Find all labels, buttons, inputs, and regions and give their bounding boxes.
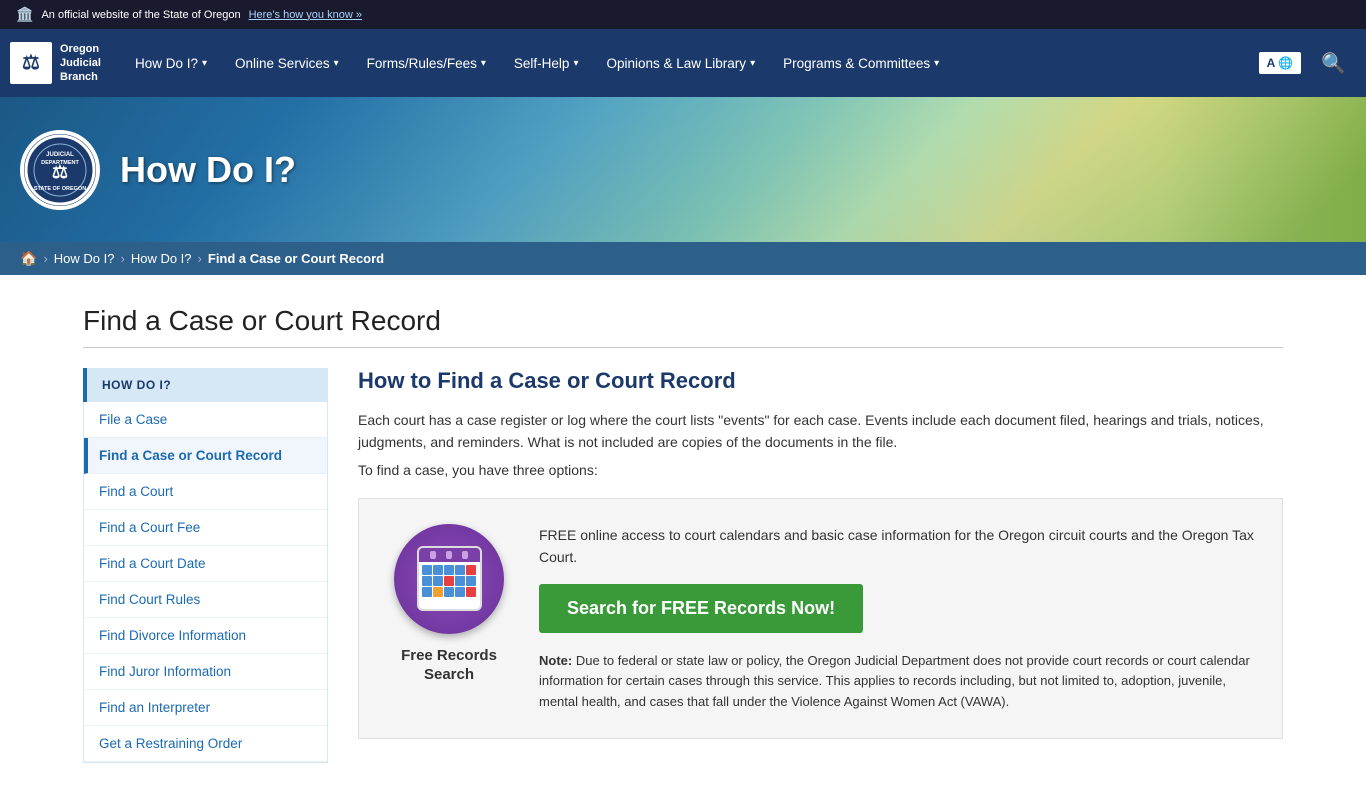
note-text: Note: Due to federal or state law or pol… — [539, 651, 1257, 713]
intro-sub: To find a case, you have three options: — [358, 462, 1283, 478]
top-bar: 🏛️ An official website of the State of O… — [0, 0, 1366, 29]
cal-cell — [444, 576, 454, 586]
cal-cell — [422, 587, 432, 597]
card-description: FREE online access to court calendars an… — [539, 524, 1257, 569]
cal-rings — [430, 551, 468, 559]
intro-paragraph: Each court has a case register or log wh… — [358, 409, 1283, 454]
chevron-icon: ▾ — [934, 58, 939, 69]
nav-link-selfhelp[interactable]: Self-Help ▾ — [500, 29, 593, 97]
cal-cell — [455, 565, 465, 575]
sidebar-item-find-rules[interactable]: Find Court Rules — [84, 582, 327, 618]
how-to-know-link[interactable]: Here's how you know » — [249, 9, 362, 21]
cal-cell — [422, 576, 432, 586]
breadcrumb-link-1[interactable]: How Do I? — [54, 251, 115, 266]
calendar-header — [419, 548, 480, 562]
cal-cell — [466, 565, 476, 575]
breadcrumb: 🏠 › How Do I? › How Do I? › Find a Case … — [0, 242, 1366, 275]
nav-link-programs[interactable]: Programs & Committees ▾ — [769, 29, 953, 97]
breadcrumb-sep: › — [120, 251, 124, 266]
cal-cell — [422, 565, 432, 575]
sidebar-heading: HOW DO I? — [83, 368, 328, 402]
sidebar-nav: File a Case Find a Case or Court Record … — [83, 402, 328, 763]
cal-cell — [444, 565, 454, 575]
cal-ring — [462, 551, 468, 559]
nav-link-forms[interactable]: Forms/Rules/Fees ▾ — [353, 29, 500, 97]
main-area: How to Find a Case or Court Record Each … — [358, 368, 1283, 763]
home-icon[interactable]: 🏠 — [20, 250, 37, 267]
card-content: FREE online access to court calendars an… — [539, 524, 1257, 713]
cal-cell — [444, 587, 454, 597]
cal-ring — [446, 551, 452, 559]
hero-banner: JUDICIAL DEPARTMENT STATE OF OREGON ⚖ Ho… — [0, 97, 1366, 242]
chevron-icon: ▾ — [334, 58, 339, 69]
judicial-seal: JUDICIAL DEPARTMENT STATE OF OREGON ⚖ — [20, 130, 100, 210]
calendar-inner — [417, 546, 482, 611]
calendar-icon — [394, 524, 504, 634]
sidebar-item-restraining[interactable]: Get a Restraining Order — [84, 726, 327, 762]
free-records-card: Free RecordsSearch FREE online access to… — [358, 498, 1283, 739]
sidebar-item-find-court[interactable]: Find a Court — [84, 474, 327, 510]
search-records-button[interactable]: Search for FREE Records Now! — [539, 584, 863, 633]
sidebar-item-file-a-case[interactable]: File a Case — [84, 402, 327, 438]
svg-text:⚖: ⚖ — [52, 162, 68, 182]
note-label: Note: — [539, 653, 572, 668]
breadcrumb-sep: › — [198, 251, 202, 266]
sidebar-item-juror[interactable]: Find Juror Information — [84, 654, 327, 690]
page-content: Find a Case or Court Record HOW DO I? Fi… — [63, 275, 1303, 793]
sidebar: HOW DO I? File a Case Find a Case or Cou… — [83, 368, 328, 763]
translate-button[interactable]: A 🌐 — [1259, 52, 1302, 74]
sidebar-item-find-case[interactable]: Find a Case or Court Record — [84, 438, 327, 474]
official-text: An official website of the State of Oreg… — [41, 9, 240, 21]
cal-cell — [455, 576, 465, 586]
cal-cell — [433, 587, 443, 597]
nav-link-online-services[interactable]: Online Services ▾ — [221, 29, 353, 97]
main-nav: ⚖ Oregon Judicial Branch How Do I? ▾ Onl… — [0, 29, 1366, 97]
sidebar-item-find-date[interactable]: Find a Court Date — [84, 546, 327, 582]
cal-ring — [430, 551, 436, 559]
site-logo[interactable]: ⚖ Oregon Judicial Branch — [10, 42, 101, 85]
section-title: How to Find a Case or Court Record — [358, 368, 1283, 394]
search-button[interactable]: 🔍 — [1311, 47, 1356, 80]
chevron-icon: ▾ — [573, 58, 578, 69]
sidebar-item-interpreter[interactable]: Find an Interpreter — [84, 690, 327, 726]
page-title: Find a Case or Court Record — [83, 305, 1283, 348]
breadcrumb-current: Find a Case or Court Record — [208, 251, 384, 266]
cal-cell — [433, 576, 443, 586]
chevron-icon: ▾ — [202, 58, 207, 69]
oregon-flag-icon: 🏛️ — [16, 6, 33, 23]
sidebar-item-find-fee[interactable]: Find a Court Fee — [84, 510, 327, 546]
nav-links: How Do I? ▾ Online Services ▾ Forms/Rule… — [121, 29, 1259, 97]
svg-text:JUDICIAL: JUDICIAL — [46, 152, 74, 158]
logo-text: Oregon Judicial Branch — [60, 42, 101, 85]
svg-text:STATE OF OREGON: STATE OF OREGON — [34, 186, 86, 192]
hero-title: How Do I? — [120, 149, 296, 191]
chevron-icon: ▾ — [750, 58, 755, 69]
card-icon-label: Free RecordsSearch — [401, 646, 497, 685]
main-layout: HOW DO I? File a Case Find a Case or Cou… — [83, 368, 1283, 763]
nav-link-howdoi[interactable]: How Do I? ▾ — [121, 29, 221, 97]
card-icon-section: Free RecordsSearch — [384, 524, 514, 685]
calendar-grid — [419, 562, 480, 600]
sidebar-item-divorce[interactable]: Find Divorce Information — [84, 618, 327, 654]
nav-link-opinions[interactable]: Opinions & Law Library ▾ — [592, 29, 769, 97]
nav-right: A 🌐 🔍 — [1259, 47, 1356, 80]
logo-icon: ⚖ — [10, 42, 52, 84]
cal-cell — [455, 587, 465, 597]
breadcrumb-link-2[interactable]: How Do I? — [131, 251, 192, 266]
note-content: Due to federal or state law or policy, t… — [539, 653, 1250, 710]
cal-cell — [433, 565, 443, 575]
cal-cell — [466, 576, 476, 586]
cal-cell — [466, 587, 476, 597]
breadcrumb-sep: › — [43, 251, 47, 266]
chevron-icon: ▾ — [481, 58, 486, 69]
